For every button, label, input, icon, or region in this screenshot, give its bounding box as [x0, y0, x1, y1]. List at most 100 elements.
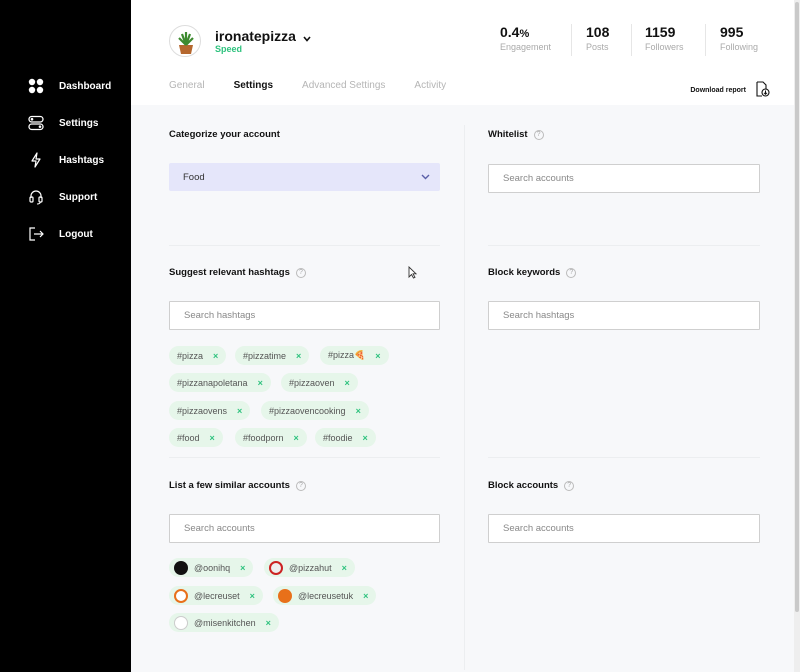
download-report-button[interactable]: Download report [690, 81, 770, 99]
similar-accounts-title: List a few similar accounts ? [169, 480, 306, 491]
stat-label: Following [720, 42, 759, 52]
tab-activity[interactable]: Activity [414, 80, 446, 91]
section-divider [488, 457, 760, 458]
account-chip: @pizzahut × [264, 558, 355, 577]
stat-following: 995 Following [720, 24, 758, 52]
remove-icon[interactable]: × [250, 591, 255, 601]
chip-label: @lecreuset [194, 590, 240, 601]
sidebar-item-hashtags[interactable]: Hashtags [28, 152, 104, 168]
headset-icon [28, 189, 44, 205]
scrollbar-track[interactable] [794, 0, 800, 672]
sidebar-item-label: Hashtags [59, 154, 105, 166]
stat-engagement: 0.4% Engagement [500, 24, 551, 52]
remove-icon[interactable]: × [342, 563, 347, 573]
sidebar-item-support[interactable]: Support [28, 189, 97, 205]
hashtag-chip: #pizzatime × [235, 346, 310, 365]
hashtag-chip: #food × [169, 428, 223, 447]
stat-label: Posts [586, 42, 609, 52]
remove-icon[interactable]: × [375, 351, 380, 361]
bolt-icon [28, 152, 44, 168]
chip-label: @misenkitchen [194, 617, 256, 628]
help-icon[interactable]: ? [564, 480, 575, 491]
section-divider [169, 457, 440, 458]
hashtag-chip: #pizza🍕 × [320, 346, 389, 365]
sidebar-item-dashboard[interactable]: Dashboard [28, 78, 111, 94]
section-title: Block accounts [488, 480, 559, 491]
block-keywords-title: Block keywords ? [488, 267, 577, 278]
hashtags-search-input[interactable]: Search hashtags [169, 301, 440, 330]
stat-value: 108 [586, 24, 610, 40]
remove-icon[interactable]: × [213, 351, 218, 361]
chip-label: #food [177, 432, 200, 443]
chip-label: #pizzatime [243, 350, 287, 361]
block-keywords-search-input[interactable]: Search hashtags [488, 301, 760, 330]
chip-label: #pizza [177, 350, 204, 361]
chip-label: #foodporn [243, 432, 284, 443]
remove-icon[interactable]: × [296, 351, 301, 361]
section-title: Categorize your account [169, 129, 280, 140]
hashtag-chip: #pizza × [169, 346, 227, 365]
chip-label: #pizzaovens [177, 405, 228, 416]
stat-followers: 1159 Followers [645, 24, 684, 52]
category-selected-value: Food [183, 171, 205, 183]
remove-icon[interactable]: × [240, 563, 245, 573]
chip-label: #pizzaovencooking [269, 405, 346, 416]
input-placeholder: Search accounts [503, 173, 574, 184]
sidebar-item-settings[interactable]: Settings [28, 115, 98, 131]
section-title: List a few similar accounts [169, 480, 290, 491]
chip-label: @lecreusetuk [298, 590, 354, 601]
tab-settings[interactable]: Settings [234, 80, 273, 91]
sidebar-item-label: Support [59, 191, 98, 203]
chip-label: #foodie [323, 432, 353, 443]
remove-icon[interactable]: × [363, 433, 368, 443]
help-icon[interactable]: ? [295, 267, 306, 278]
hashtags-title: Suggest relevant hashtags ? [169, 267, 306, 278]
similar-accounts-search-input[interactable]: Search accounts [169, 514, 440, 543]
help-icon[interactable]: ? [566, 267, 577, 278]
account-avatar [174, 615, 188, 630]
input-placeholder: Search accounts [503, 523, 574, 534]
stat-value: 1159 [645, 24, 676, 40]
account-avatar [174, 588, 188, 603]
hashtag-chip: #pizzaoven × [281, 373, 358, 392]
tab-general[interactable]: General [169, 80, 205, 91]
help-icon[interactable]: ? [295, 480, 306, 491]
remove-icon[interactable]: × [210, 433, 215, 443]
column-divider [464, 125, 465, 670]
sidebar-item-logout[interactable]: Logout [28, 226, 93, 242]
scrollbar-thumb[interactable] [795, 2, 799, 612]
section-title: Whitelist [488, 129, 528, 140]
block-accounts-search-input[interactable]: Search accounts [488, 514, 760, 543]
hashtag-chip: #foodie × [315, 428, 376, 447]
section-divider [488, 245, 760, 246]
remove-icon[interactable]: × [294, 433, 299, 443]
account-chip: @lecreuset × [169, 586, 263, 605]
remove-icon[interactable]: × [237, 406, 242, 416]
account-chip: @oonihq × [169, 558, 254, 577]
sidebar-item-label: Logout [59, 228, 93, 240]
chevron-down-icon[interactable] [303, 34, 311, 45]
account-name[interactable]: ironatepizza [215, 28, 296, 44]
input-placeholder: Search accounts [184, 523, 255, 534]
account-avatar [174, 560, 188, 575]
remove-icon[interactable]: × [363, 591, 368, 601]
tab-advanced-settings[interactable]: Advanced Settings [302, 80, 385, 91]
remove-icon[interactable]: × [266, 618, 271, 628]
hashtag-chip: #pizzaovens × [169, 401, 251, 420]
remove-icon[interactable]: × [345, 378, 350, 388]
account-chip: @misenkitchen × [169, 613, 279, 632]
category-select[interactable]: Food [169, 163, 440, 191]
block-accounts-title: Block accounts ? [488, 480, 575, 491]
stat-value: 995 [720, 24, 744, 40]
remove-icon[interactable]: × [258, 378, 263, 388]
sidebar-item-label: Settings [59, 117, 99, 129]
whitelist-search-input[interactable]: Search accounts [488, 164, 760, 193]
help-icon[interactable]: ? [533, 129, 544, 140]
chip-label: @pizzahut [289, 562, 332, 573]
avatar[interactable] [169, 25, 201, 57]
remove-icon[interactable]: × [356, 406, 361, 416]
section-divider [169, 245, 440, 246]
hashtag-chip: #pizzaovencooking × [261, 401, 369, 420]
chevron-down-icon [421, 172, 430, 183]
account-plan: Speed [215, 44, 243, 54]
